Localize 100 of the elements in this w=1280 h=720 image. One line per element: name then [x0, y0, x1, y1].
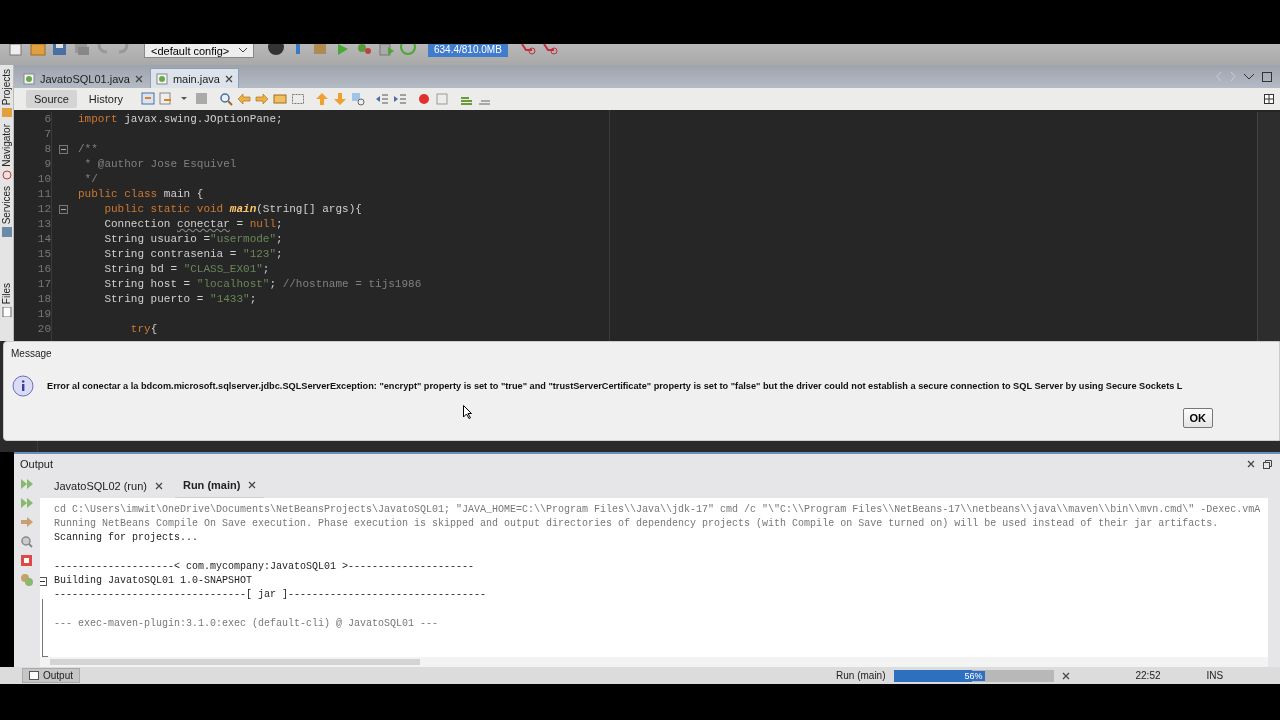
line-number: 11 [36, 187, 51, 202]
search-icon[interactable] [20, 535, 34, 548]
history-icon[interactable] [141, 92, 156, 106]
task-label: Run (main) [836, 670, 886, 681]
scrollbar-thumb[interactable] [50, 659, 420, 665]
insert-mode: INS [1206, 670, 1224, 681]
scrollbar[interactable] [1257, 112, 1280, 341]
output-line: --------------------------------[ jar ]--------------------------------- [54, 588, 488, 603]
progress-reading: 56% [962, 670, 985, 681]
folder-icon[interactable] [30, 44, 46, 56]
file-icon[interactable] [1, 307, 12, 318]
code-line: String bd = "CLASS_EX01"; [103, 262, 271, 277]
side-tab[interactable]: Projects [1, 69, 12, 106]
rerun-icon[interactable] [20, 478, 34, 491]
memory-meter[interactable]: 634.4/810.0MB [428, 44, 508, 57]
editor-tab[interactable]: main.java [149, 68, 239, 88]
side-tab[interactable]: Navigator [1, 124, 12, 167]
line-number: 16 [36, 262, 51, 277]
java-file-icon [23, 72, 35, 85]
folder-icon[interactable] [1, 108, 12, 119]
close-icon[interactable] [1061, 671, 1070, 680]
code-line: Connection conectar = null; [103, 217, 284, 232]
output-tab[interactable]: JavatoSQL02 (run) [46, 474, 171, 498]
code-line: * @author Jose Esquivel [83, 157, 238, 172]
output-line: --- exec-maven-plugin:3.1.0:exec (default-cli) @ JavatoSQL01 --- [54, 616, 440, 631]
button-label: Output [43, 670, 74, 681]
output-line: cd C:\Users\imwit\OneDrive\Documents\NetBeansProjects\JavatoSQL01; "JAVA_HOME=C:\\Program Files\\Java\\jdk-17" cmd /c "\"C:\\Program Files\\NetBeans-17\\netbeans\\java\\maven\\bin\\mvn.cmd\" -Dexec.vmA [54, 503, 1262, 517]
panel-title: Output [20, 458, 54, 470]
fold-icon[interactable] [58, 205, 68, 214]
close-icon[interactable] [1247, 460, 1255, 468]
maximize-icon[interactable] [1262, 71, 1272, 82]
editor-tab[interactable]: JavatoSQL01.java [18, 69, 148, 88]
stop-icon[interactable] [20, 554, 34, 567]
close-icon[interactable] [134, 74, 143, 83]
server-icon[interactable] [1, 227, 12, 238]
fold-icon[interactable] [58, 145, 68, 154]
line-number: 13 [36, 217, 51, 232]
record-icon[interactable] [417, 92, 432, 106]
shift-right-icon[interactable] [393, 92, 408, 106]
config-dropdown[interactable]: <default config> [144, 44, 254, 58]
search-icon[interactable] [219, 92, 234, 106]
gauge-icon[interactable] [400, 44, 416, 56]
view-tab[interactable]: Source [26, 90, 77, 108]
output-line: --------------------< com.mycompany:JavatoSQL01 >--------------------- [54, 559, 476, 574]
chevron-right-icon[interactable] [1230, 72, 1236, 81]
line-number: 12 [36, 202, 51, 217]
undo-icon[interactable] [96, 44, 110, 56]
dialog-title: Message [10, 347, 53, 361]
info-icon [12, 375, 34, 397]
selection-icon[interactable] [291, 92, 306, 106]
redo-icon[interactable] [116, 44, 130, 56]
line-number: 17 [36, 277, 51, 292]
rerun-icon[interactable] [20, 497, 34, 510]
code-line: */ [83, 172, 99, 187]
tab-label: JavatoSQL02 (run) [54, 480, 147, 492]
close-icon[interactable] [224, 74, 233, 83]
chevron-down-icon[interactable] [1244, 73, 1254, 80]
close-icon[interactable] [248, 481, 257, 489]
file-icon[interactable] [8, 44, 24, 56]
stack-icon[interactable] [74, 44, 90, 56]
ok-button[interactable]: OK [1182, 408, 1213, 428]
close-icon[interactable] [154, 482, 163, 490]
output-button[interactable]: Output [22, 668, 81, 683]
profiler-icon[interactable] [519, 44, 536, 56]
view-tab[interactable]: History [80, 90, 132, 108]
compass-icon[interactable] [1, 169, 12, 180]
output-line: Scanning for projects... [54, 531, 200, 546]
side-tab[interactable]: Files [1, 283, 12, 305]
line-number: 15 [36, 247, 51, 262]
arrow-left-icon[interactable] [237, 92, 252, 106]
code-line: public class main { [78, 187, 205, 202]
arrow-right-icon[interactable] [20, 516, 34, 529]
tab-label: Run (main) [182, 479, 241, 491]
chevron-left-icon[interactable] [1216, 72, 1222, 81]
code-line: public static void main(String[] args){ [103, 202, 363, 217]
caret-icon[interactable] [239, 48, 247, 53]
save-icon[interactable] [52, 44, 68, 56]
line-number: 8 [43, 142, 51, 157]
fold-icon[interactable] [40, 576, 47, 586]
code-line: String puerto = "1433"; [103, 292, 258, 307]
config-label: <default config> [151, 44, 230, 57]
line-number: 6 [43, 112, 51, 127]
shift-left-icon[interactable] [375, 92, 390, 106]
side-tab[interactable]: Services [1, 185, 12, 225]
highlight-icon[interactable] [273, 92, 288, 106]
dialog-message: Error al conectar a la bdcom.microsoft.sqlserver.jdbc.SQLServerException: "encrypt" property is set to "true" and "trustServerCertificate" property is set to "false" but the driver could not establish a secure connection to SQL Server by using Secure Sockets L [47, 381, 1183, 391]
line-number: 9 [43, 157, 51, 172]
java-file-icon [155, 72, 168, 85]
code-line: String contrasenia = "123"; [103, 247, 284, 262]
code-line: try{ [129, 322, 159, 337]
arrow-right-icon[interactable] [255, 92, 270, 106]
clipboard-icon[interactable] [378, 44, 394, 56]
split-icon[interactable] [1264, 94, 1274, 104]
restore-icon[interactable] [1263, 459, 1272, 469]
profiler-icon[interactable] [541, 44, 558, 56]
arrow-up-icon[interactable] [315, 92, 330, 106]
tab-label: main.java [172, 72, 220, 85]
shape-icon[interactable] [351, 92, 366, 106]
code-line: import javax.swing.JOptionPane; [78, 112, 284, 127]
code-line: String usuario ="usermode"; [103, 232, 284, 247]
